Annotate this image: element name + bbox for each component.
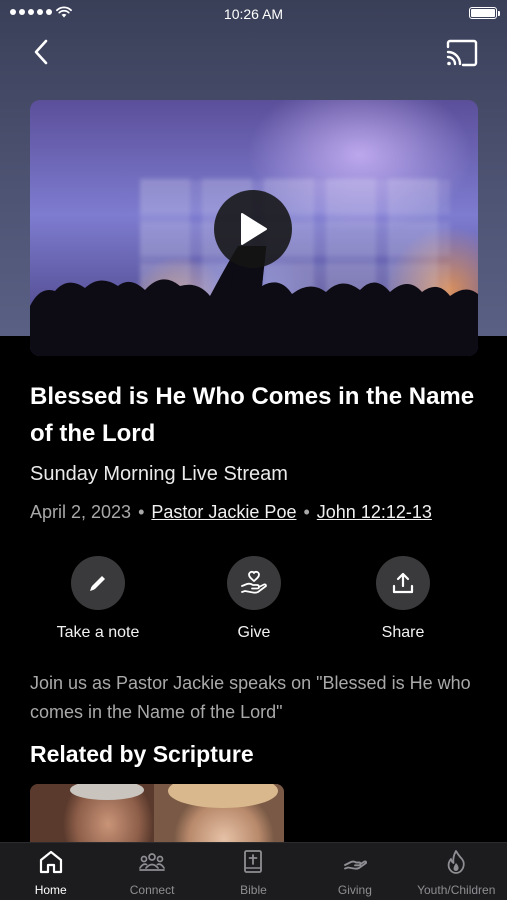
action-circle [71, 556, 125, 610]
tab-home[interactable]: Home [0, 843, 101, 900]
cast-icon [446, 39, 478, 67]
battery-icon [469, 7, 500, 19]
action-circle [376, 556, 430, 610]
related-thumbnail-person [154, 784, 284, 844]
related-thumbnail-person [30, 784, 154, 844]
hand-heart-icon [241, 570, 267, 594]
scripture-link[interactable]: John 12:12-13 [317, 502, 432, 522]
people-icon [139, 853, 165, 871]
give-label: Give [237, 624, 271, 641]
tab-label: Youth/Children [417, 883, 496, 897]
giving-hand-icon [343, 860, 367, 870]
share-button[interactable]: Share [338, 556, 468, 642]
back-button[interactable] [26, 36, 56, 68]
take-note-button[interactable]: Take a note [33, 556, 163, 642]
tab-giving[interactable]: Giving [304, 843, 405, 900]
meta-separator: • [138, 502, 145, 522]
tab-bar: Home Connect Bible Giving Youth/Children [0, 842, 507, 900]
tab-youth-children[interactable]: Youth/Children [406, 843, 507, 900]
sermon-detail-screen: 10:26 AM Blessed is He Who Comes in the … [0, 0, 507, 900]
bible-icon [244, 850, 263, 873]
related-heading: Related by Scripture [30, 741, 254, 767]
play-button[interactable] [214, 190, 292, 268]
tab-label: Giving [337, 883, 372, 897]
sermon-date: April 2, 2023 [30, 502, 132, 522]
speaker-link[interactable]: Pastor Jackie Poe [151, 502, 296, 522]
pencil-icon [90, 576, 105, 591]
related-sermon-card[interactable] [30, 784, 284, 844]
action-circle [227, 556, 281, 610]
status-time: 10:26 AM [223, 6, 284, 22]
give-button[interactable]: Give [189, 556, 319, 642]
tab-label: Bible [240, 883, 267, 897]
cast-button[interactable] [445, 38, 479, 68]
share-label: Share [381, 624, 425, 641]
tab-bible[interactable]: Bible [203, 843, 304, 900]
tab-label: Connect [129, 883, 175, 897]
sermon-subtitle: Sunday Morning Live Stream [30, 463, 288, 485]
sermon-meta: April 2, 2023 • Pastor Jackie Poe • John 12:… [30, 502, 432, 523]
video-player[interactable] [30, 100, 478, 356]
meta-separator: • [303, 502, 310, 522]
share-icon [392, 572, 414, 594]
play-icon [241, 213, 267, 245]
home-icon [39, 850, 62, 874]
chevron-left-icon [34, 39, 48, 65]
take-note-label: Take a note [56, 624, 140, 641]
tab-connect[interactable]: Connect [101, 843, 202, 900]
flame-icon [447, 850, 465, 874]
status-bar: 10:26 AM [0, 0, 507, 28]
sermon-description: Join us as Pastor Jackie speaks on "Bles… [30, 673, 471, 722]
tab-label: Home [34, 883, 67, 897]
sermon-title: Blessed is He Who Comes in the Name of t… [30, 383, 475, 447]
